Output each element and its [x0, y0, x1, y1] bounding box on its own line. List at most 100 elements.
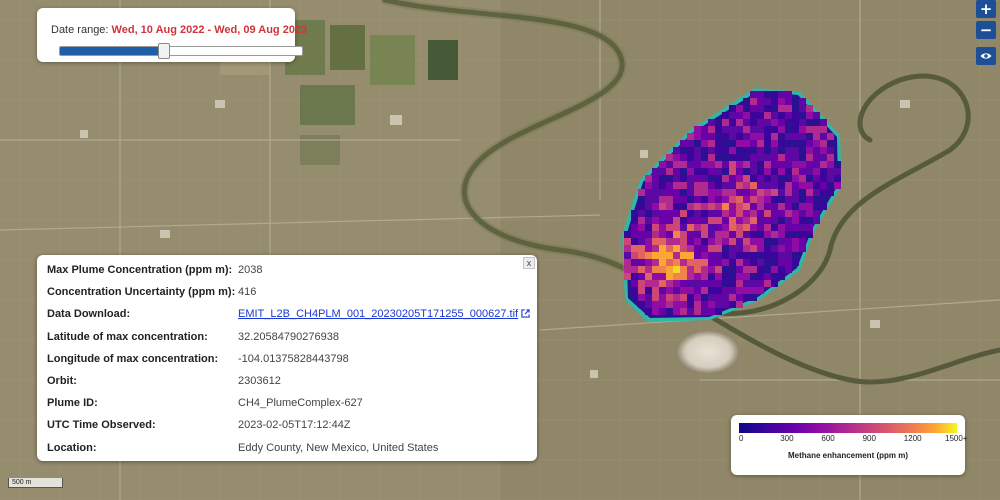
plume-cell — [792, 147, 799, 154]
plume-cell — [820, 154, 827, 161]
layers-button[interactable] — [976, 47, 996, 65]
plume-cell — [785, 105, 792, 112]
plume-cell — [764, 231, 771, 238]
plume-cell — [715, 175, 722, 182]
plume-cell — [757, 273, 764, 280]
plume-cell — [806, 119, 813, 126]
plume-cell — [764, 259, 771, 266]
plume-cell — [778, 105, 785, 112]
plume-cell — [771, 98, 778, 105]
zoom-out-button[interactable]: − — [976, 21, 996, 39]
plume-cell — [771, 147, 778, 154]
plume-cell — [680, 217, 687, 224]
info-key: Location: — [47, 441, 97, 454]
plume-cell — [771, 140, 778, 147]
plume-cell — [743, 224, 750, 231]
plume-cell — [820, 119, 827, 126]
plume-cell — [778, 147, 785, 154]
date-range-label: Date range: — [51, 24, 109, 36]
info-value-text[interactable]: EMIT_L2B_CH4PLM_001_20230205T171255_0006… — [238, 308, 518, 320]
plume-cell — [806, 224, 813, 231]
plume-cell — [631, 245, 638, 252]
plume-cell — [799, 224, 806, 231]
plume-cell — [771, 252, 778, 259]
plume-cell — [743, 126, 750, 133]
plume-cell — [666, 161, 673, 168]
plume-cell — [771, 224, 778, 231]
plume-cell — [736, 252, 743, 259]
plume-cell — [764, 238, 771, 245]
plume-cell — [757, 168, 764, 175]
plume-cell — [722, 175, 729, 182]
plume-cell — [785, 112, 792, 119]
plume-cell — [785, 154, 792, 161]
plume-cell — [624, 252, 631, 259]
plume-cell — [743, 182, 750, 189]
plume-cell — [785, 91, 792, 98]
plume-cell — [708, 189, 715, 196]
plume-cell — [652, 273, 659, 280]
plume-cell — [792, 175, 799, 182]
plume-cell — [666, 154, 673, 161]
plume-cell — [659, 168, 666, 175]
plume-cell — [757, 245, 764, 252]
plume-cell — [813, 133, 820, 140]
plume-cell — [799, 182, 806, 189]
date-range-slider[interactable] — [59, 43, 303, 59]
plume-cell — [659, 189, 666, 196]
plume-cell — [736, 112, 743, 119]
info-key: Plume ID: — [47, 397, 98, 410]
plume-cell — [694, 217, 701, 224]
plume-cell — [750, 126, 757, 133]
external-link-icon[interactable] — [521, 309, 530, 319]
plume-cell — [729, 168, 736, 175]
plume-cell — [631, 252, 638, 259]
plume-cell — [652, 182, 659, 189]
plume-cell — [736, 203, 743, 210]
plume-cell — [645, 175, 652, 182]
date-range-value: Wed, 10 Aug 2022 - Wed, 09 Aug 2023 — [111, 24, 308, 36]
plume-cell — [708, 119, 715, 126]
zoom-in-button[interactable]: + — [976, 0, 996, 18]
plume-cell — [666, 294, 673, 301]
plume-cell — [785, 217, 792, 224]
plume-cell — [666, 217, 673, 224]
slider-handle[interactable] — [158, 43, 171, 59]
plume-cell — [645, 224, 652, 231]
plume-cell — [820, 175, 827, 182]
plume-cell — [673, 196, 680, 203]
plume-cell — [694, 182, 701, 189]
plume-cell — [729, 266, 736, 273]
plume-cell — [631, 238, 638, 245]
info-value: 2303612 — [238, 375, 281, 387]
plume-cell — [764, 175, 771, 182]
plume-cell — [638, 245, 645, 252]
plume-cell — [771, 245, 778, 252]
plume-cell — [694, 301, 701, 308]
plume-cell — [743, 217, 750, 224]
plume-cell — [701, 266, 708, 273]
plume-cell — [638, 294, 645, 301]
plume-cell — [764, 196, 771, 203]
data-download-link[interactable]: EMIT_L2B_CH4PLM_001_20230205T171255_0006… — [238, 308, 530, 320]
plume-cell — [764, 91, 771, 98]
plume-cell — [631, 224, 638, 231]
plume-cell — [799, 161, 806, 168]
plume-cell — [659, 308, 666, 315]
plume-cell — [813, 203, 820, 210]
plume-cell — [708, 140, 715, 147]
plume-cell — [778, 273, 785, 280]
plume-cell — [729, 112, 736, 119]
plume-cell — [785, 175, 792, 182]
plume-cell — [771, 280, 778, 287]
plume-cell — [799, 231, 806, 238]
plume-cell — [827, 161, 834, 168]
plume-cell — [624, 259, 631, 266]
plume-cell — [673, 287, 680, 294]
close-button[interactable]: x — [523, 257, 535, 269]
plume-cell — [813, 189, 820, 196]
plume-cell — [673, 259, 680, 266]
plume-cell — [680, 168, 687, 175]
plume-cell — [827, 140, 834, 147]
plume-cell — [624, 238, 631, 245]
